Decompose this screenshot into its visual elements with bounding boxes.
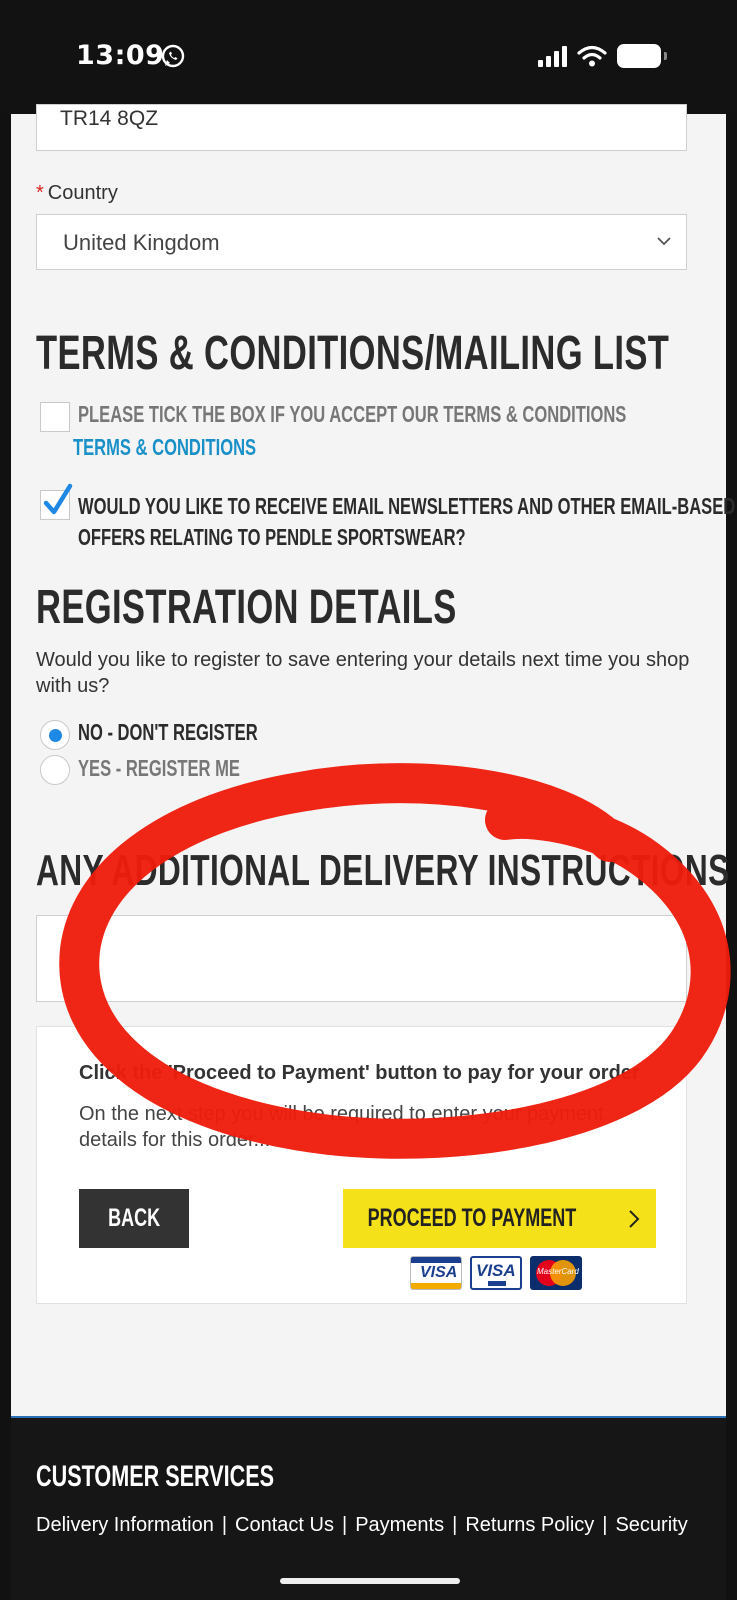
newsletter-checkbox[interactable] [40,483,73,520]
visa-card-icon: VISA [410,1256,462,1290]
newsletter-label-line1: WOULD YOU LIKE TO RECEIVE EMAIL NEWSLETT… [78,493,736,519]
back-button-label: BACK [108,1204,160,1232]
payment-panel: Click the 'Proceed to Payment' button to… [36,1026,687,1304]
postcode-value: TR14 8QZ [60,107,159,130]
registration-heading: REGISTRATION DETAILS [36,581,457,634]
screen-edge-left [0,114,11,1600]
footer-link-payments[interactable]: Payments [355,1514,444,1537]
radio-no-register-label[interactable]: NO - DON'T REGISTER [78,719,258,746]
status-icons [538,44,667,68]
country-label: * Country [36,182,118,205]
checkout-page: TR14 8QZ * Country United Kingdom TERMS &… [11,104,735,1416]
postcode-field[interactable]: TR14 8QZ [36,104,687,151]
footer-separator: | [452,1514,458,1536]
payment-panel-text: On the next step you will be required to… [79,1103,604,1151]
terms-link[interactable]: TERMS & CONDITIONS [73,434,256,461]
visa-debit-card-icon: VISA [470,1256,522,1290]
delivery-instructions-textarea[interactable] [36,915,687,1002]
country-select-value: United Kingdom [63,230,220,255]
home-indicator[interactable] [280,1578,460,1584]
whatsapp-icon [161,44,185,68]
footer: CUSTOMER SERVICES Delivery Information |… [11,1416,726,1600]
footer-separator: | [341,1514,348,1536]
footer-separator: | [221,1514,228,1536]
proceed-button-label: PROCEED TO PAYMENT [367,1204,576,1232]
registration-question: Would you like to register to save enter… [36,649,690,697]
chevron-down-icon [657,237,671,246]
footer-link-returns-policy[interactable]: Returns Policy [465,1514,594,1537]
terms-accept-checkbox[interactable] [40,402,70,432]
footer-links: Delivery Information | Contact Us | Paym… [36,1514,688,1537]
footer-link-delivery-information[interactable]: Delivery Information [36,1514,214,1537]
terms-heading: TERMS & CONDITIONS/MAILING LIST [36,327,670,380]
footer-separator: | [602,1514,608,1536]
signal-icon [538,45,567,67]
status-bar: 13:09 [0,0,737,114]
delivery-instructions-heading: ANY ADDITIONAL DELIVERY INSTRUCTIONS [36,846,730,895]
footer-link-contact-us[interactable]: Contact Us [235,1514,334,1537]
chevron-right-icon [629,1209,640,1228]
status-time: 13:09 [76,40,165,71]
radio-register-me-label[interactable]: YES - REGISTER ME [78,755,240,782]
country-select[interactable]: United Kingdom [36,214,687,270]
wifi-icon [577,45,607,67]
footer-link-security[interactable]: Security [615,1514,687,1537]
required-mark: * [36,182,44,204]
country-label-text: Country [47,182,118,204]
newsletter-label-line2: OFFERS RELATING TO PENDLE SPORTSWEAR? [78,524,466,550]
radio-no-register[interactable] [40,720,70,750]
back-button[interactable]: BACK [79,1189,189,1248]
footer-title: CUSTOMER SERVICES [36,1460,275,1493]
payment-cards: VISA VISA MasterCard [410,1256,582,1290]
newsletter-label: WOULD YOU LIKE TO RECEIVE EMAIL NEWSLETT… [78,491,735,553]
proceed-to-payment-button[interactable]: PROCEED TO PAYMENT [343,1189,656,1248]
battery-icon [617,44,667,68]
terms-accept-label: PLEASE TICK THE BOX IF YOU ACCEPT OUR TE… [78,401,627,427]
checkmark-icon [43,483,73,515]
mastercard-icon: MasterCard [530,1256,582,1290]
payment-panel-title: Click the 'Proceed to Payment' button to… [79,1062,640,1084]
radio-register-me[interactable] [40,755,70,785]
